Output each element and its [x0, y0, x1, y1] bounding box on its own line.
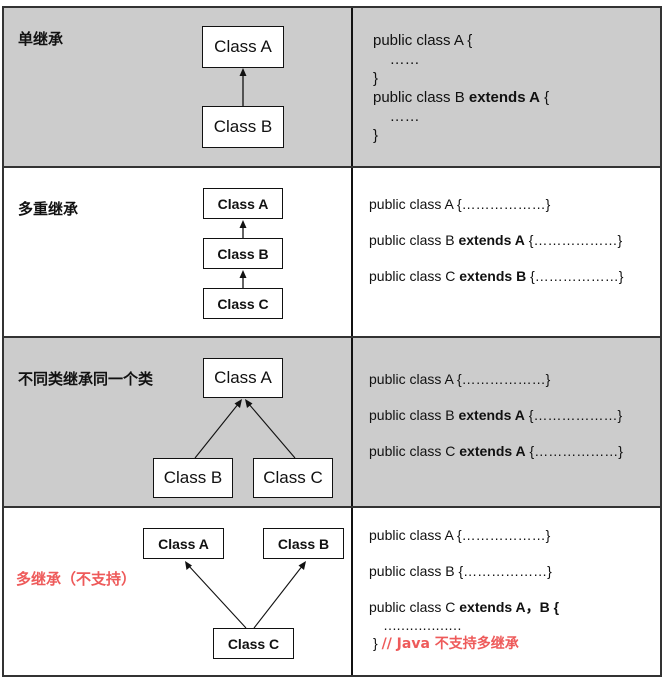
- code-cell: public class A {………………} public class B {…: [353, 508, 660, 675]
- arrow-c-to-a: [247, 402, 296, 459]
- code-cell: public class A {………………} public class B e…: [353, 168, 660, 336]
- code-fragment: public class B: [369, 407, 459, 423]
- arrowhead-icon: [239, 220, 247, 228]
- code-line: public class C extends B {………………}: [369, 267, 623, 285]
- row-multiple-inheritance: 多继承（不支持） Class A Class B Class C public …: [4, 508, 660, 675]
- code-fragment: public class C: [369, 443, 460, 459]
- code-fragment: }: [373, 635, 378, 651]
- diagram-cell: 多继承（不支持） Class A Class B Class C: [4, 508, 353, 675]
- code-line: ……: [389, 108, 420, 125]
- row-multilevel-inheritance: 多重继承 Class A Class B Class C public clas…: [4, 168, 660, 336]
- diagram-cell: 不同类继承同一个类 Class A Class B Class C: [4, 338, 353, 506]
- code-block: public class A { …… } public class B ext…: [373, 31, 549, 145]
- inheritance-table: 单继承 Class A Class B public class A { …… …: [2, 6, 662, 677]
- extends-keyword: extends A: [458, 407, 525, 423]
- code-line: public class C extends A {………………}: [369, 442, 623, 460]
- unsupported-comment: // Java 不支持多继承: [381, 636, 519, 652]
- code-fragment: public class B: [369, 232, 459, 248]
- code-line: public class B extends A {………………}: [369, 406, 622, 424]
- arrowhead-icon: [239, 270, 247, 278]
- code-line: public class B extends A {………………}: [369, 231, 622, 249]
- inheritance-arrows: [239, 68, 247, 106]
- code-cell: public class A {………………} public class B e…: [353, 338, 660, 506]
- code-line: }: [373, 127, 379, 144]
- code-fragment: {………………}: [524, 407, 623, 423]
- code-line: public class A {: [373, 32, 473, 49]
- code-fragment: {………………}: [524, 232, 623, 248]
- row-hierarchical-inheritance: 不同类继承同一个类 Class A Class B Class C public…: [4, 338, 660, 506]
- extends-keyword: extends A: [468, 89, 541, 106]
- code-line: public class C extends A，B {: [369, 598, 559, 616]
- inheritance-arrows: [239, 220, 247, 288]
- extends-keyword: extends A，B {: [459, 599, 560, 615]
- code-fragment: {………………}: [526, 268, 624, 284]
- inheritance-arrows: [185, 561, 306, 629]
- code-line: ……: [389, 51, 420, 68]
- inheritance-arrows: [194, 399, 296, 459]
- code-line: }: [373, 70, 379, 87]
- extends-keyword: extends A: [458, 232, 525, 248]
- arrowhead-icon: [239, 68, 247, 76]
- code-fragment: {: [540, 89, 550, 106]
- extends-keyword: extends A: [459, 443, 526, 459]
- code-line: public class B: [373, 89, 469, 106]
- arrow-c-to-a: [187, 564, 247, 629]
- code-cell: public class A { …… } public class B ext…: [353, 8, 660, 166]
- code-fragment: public class C: [369, 599, 460, 615]
- code-line: public class A {………………}: [369, 527, 551, 543]
- code-line: public class A {………………}: [369, 371, 551, 387]
- row-single-inheritance: 单继承 Class A Class B public class A { …… …: [4, 8, 660, 166]
- code-line: ………………: [383, 617, 462, 633]
- arrow-b-to-a: [194, 402, 240, 459]
- diagram-cell: 单继承 Class A Class B: [4, 8, 353, 166]
- extends-keyword: extends B: [459, 268, 527, 284]
- code-line: } // Java 不支持多继承: [373, 634, 519, 653]
- arrow-c-to-b: [253, 564, 304, 629]
- code-line: public class B {………………}: [369, 563, 552, 579]
- code-line: public class A {………………}: [369, 196, 551, 212]
- diagram-cell: 多重继承 Class A Class B Class C: [4, 168, 353, 336]
- code-fragment: public class C: [369, 268, 460, 284]
- code-fragment: {………………}: [525, 443, 623, 459]
